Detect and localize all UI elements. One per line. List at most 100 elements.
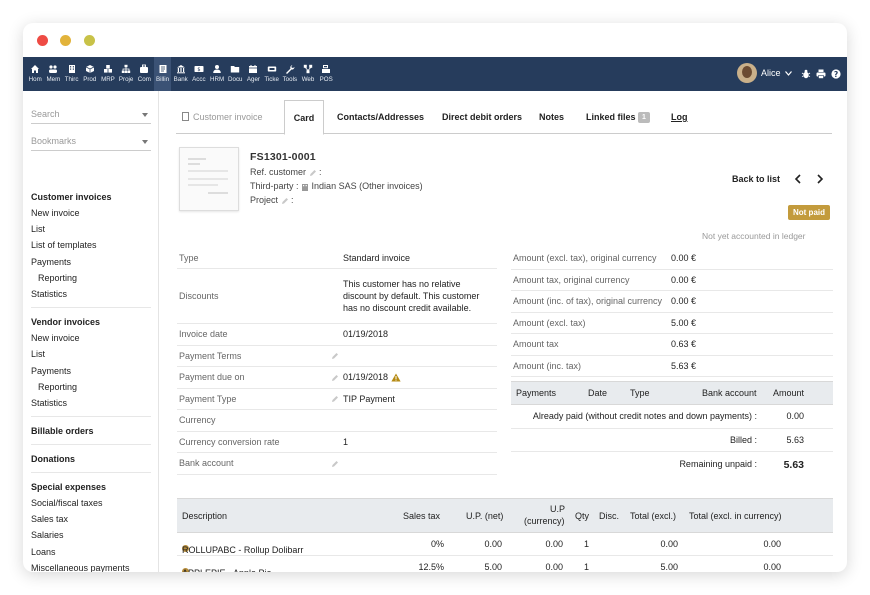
third-party-link[interactable]: Indian SAS (Other invoices)	[312, 181, 423, 191]
sidebar-group-title[interactable]: Billable orders	[31, 423, 151, 439]
sidebar-link[interactable]: Miscellaneous payments	[31, 560, 151, 572]
caret-down-icon[interactable]	[142, 113, 148, 117]
chevron-left-icon[interactable]	[794, 174, 802, 184]
sidebar-link[interactable]: Social/fiscal taxes	[31, 495, 151, 511]
pencil-icon[interactable]	[331, 352, 339, 360]
field-edit[interactable]	[327, 458, 343, 468]
sidebar-link[interactable]: Statistics	[31, 286, 151, 302]
menu-item-prod[interactable]: Prod	[82, 57, 98, 91]
menu-label: POS	[319, 76, 333, 83]
search-placeholder: Search	[31, 109, 60, 119]
field-edit[interactable]	[327, 394, 343, 404]
amount-value: 0.00 €	[671, 296, 697, 307]
field-edit[interactable]	[327, 351, 343, 361]
menu-item-mrp[interactable]: MRP	[100, 57, 116, 91]
pencil-icon[interactable]	[331, 395, 339, 403]
menu-label: Ager	[246, 76, 260, 83]
menu-item-proje[interactable]: Proje	[118, 57, 134, 91]
caret-down-icon[interactable]	[142, 140, 148, 144]
menu-item-billin[interactable]: Billin	[154, 57, 171, 91]
menu-item-ager[interactable]: Ager	[245, 57, 261, 91]
pencil-icon[interactable]	[281, 197, 289, 205]
document-preview[interactable]	[179, 147, 239, 211]
col-total-excl: Total (excl.)	[630, 511, 677, 521]
menu-item-com[interactable]: Com	[136, 57, 152, 91]
sidebar-link[interactable]: Payments	[31, 363, 151, 379]
tab-contacts[interactable]: Contacts/Addresses	[337, 100, 424, 134]
pencil-icon[interactable]	[309, 169, 317, 177]
menu-item-hom[interactable]: Hom	[27, 57, 43, 91]
menu-item-accc[interactable]: $ Accc	[191, 57, 207, 91]
window-chrome	[23, 23, 847, 57]
tab-notes[interactable]: Notes	[539, 100, 564, 134]
sidebar-group-title[interactable]: Customer invoices	[31, 189, 151, 205]
bookmarks-select[interactable]: Bookmarks	[31, 133, 151, 151]
tab-log[interactable]: Log	[671, 100, 688, 134]
sidebar-link[interactable]: New invoice	[31, 205, 151, 221]
bug-icon[interactable]	[801, 69, 811, 79]
menu-item-hrm[interactable]: HRM	[209, 57, 225, 91]
sidebar-link[interactable]: Reporting	[31, 270, 151, 286]
field-row-currency: Currency	[177, 410, 497, 432]
maximize-window-button[interactable]	[84, 35, 95, 46]
table-row[interactable]: APPLEPIE - Apple Pie 12.5% 5.00 0.00 1 5.00 0.…	[177, 556, 833, 572]
back-to-list-link[interactable]: Back to list	[732, 174, 780, 184]
sidebar-group-title[interactable]: Donations	[31, 451, 151, 467]
menu-item-docu[interactable]: Docu	[227, 57, 243, 91]
menu-label: Mem	[46, 76, 61, 83]
minimize-window-button[interactable]	[60, 35, 71, 46]
sidebar-group-title[interactable]: Special expenses	[31, 479, 151, 495]
sidebar-link[interactable]: List	[31, 221, 151, 237]
menu-item-web[interactable]: Web	[300, 57, 316, 91]
payments-header: Payments Date Type Bank account Amount	[511, 381, 833, 405]
sidebar-link[interactable]: List of templates	[31, 237, 151, 253]
field-row-payment-terms: Payment Terms	[177, 346, 497, 367]
sidebar-link[interactable]: Payments	[31, 254, 151, 270]
close-window-button[interactable]	[37, 35, 48, 46]
print-icon[interactable]	[816, 69, 826, 79]
sidebar-link[interactable]: List	[31, 346, 151, 362]
sidebar-link[interactable]: Reporting	[31, 379, 151, 395]
amount-value: 5.00 €	[671, 317, 697, 328]
calendar-icon	[249, 65, 258, 73]
sidebar-group-title[interactable]: Vendor invoices	[31, 314, 151, 330]
menu-item-thirc[interactable]: Thirc	[63, 57, 79, 91]
sidebar-link[interactable]: New invoice	[31, 330, 151, 346]
tab-card[interactable]: Card	[284, 100, 324, 135]
pencil-icon[interactable]	[331, 374, 339, 382]
table-row[interactable]: ROLLUPABC - Rollup Dolibarr 0% 0.00 0.00 1 0.…	[177, 533, 833, 556]
chevron-right-icon[interactable]	[816, 174, 824, 184]
menu-item-pos[interactable]: POS	[318, 57, 334, 91]
sidebar-link[interactable]: Loans	[31, 544, 151, 560]
amount-label: Amount (excl. tax), original currency	[513, 253, 657, 264]
pencil-icon[interactable]	[331, 460, 339, 468]
menu-label: Tools	[282, 76, 298, 83]
remaining-label: Remaining unpaid :	[679, 459, 757, 469]
search-input[interactable]: Search	[31, 106, 151, 124]
svg-text:$: $	[197, 67, 200, 73]
sidebar-link[interactable]: Salaries	[31, 527, 151, 543]
field-edit[interactable]	[327, 372, 343, 382]
tab-linked-files[interactable]: Linked files 1	[586, 100, 650, 134]
tab-customer-invoice[interactable]: Customer invoice	[182, 100, 263, 134]
status-badge: Not paid	[788, 205, 830, 220]
menu-item-tools[interactable]: Tools	[282, 57, 298, 91]
field-label: Payment due on	[179, 372, 245, 383]
tab-direct-debit[interactable]: Direct debit orders	[442, 100, 522, 134]
billed-value: 5.63	[786, 434, 804, 445]
user-menu[interactable]: Alice	[737, 63, 792, 83]
menu-item-ticke[interactable]: Ticke	[263, 57, 279, 91]
sitemap-icon	[121, 64, 131, 73]
user-icon	[213, 65, 221, 73]
amount-row: Amount (inc. of tax), original currency 0…	[511, 291, 833, 313]
linked-files-count: 1	[638, 112, 650, 124]
menu-label: Hom	[28, 76, 42, 83]
menu-item-mem[interactable]: Mem	[45, 57, 61, 91]
menu-item-bank[interactable]: Bank	[173, 57, 189, 91]
sidebar-link[interactable]: Statistics	[31, 395, 151, 411]
already-paid-row: Already paid (without credit notes and d…	[511, 405, 833, 429]
field-value: 01/19/2018	[343, 328, 497, 340]
sidebar-link[interactable]: Sales tax	[31, 511, 151, 527]
col-up-currency-line2: (currency)	[524, 516, 565, 526]
help-icon[interactable]: ?	[831, 69, 841, 79]
